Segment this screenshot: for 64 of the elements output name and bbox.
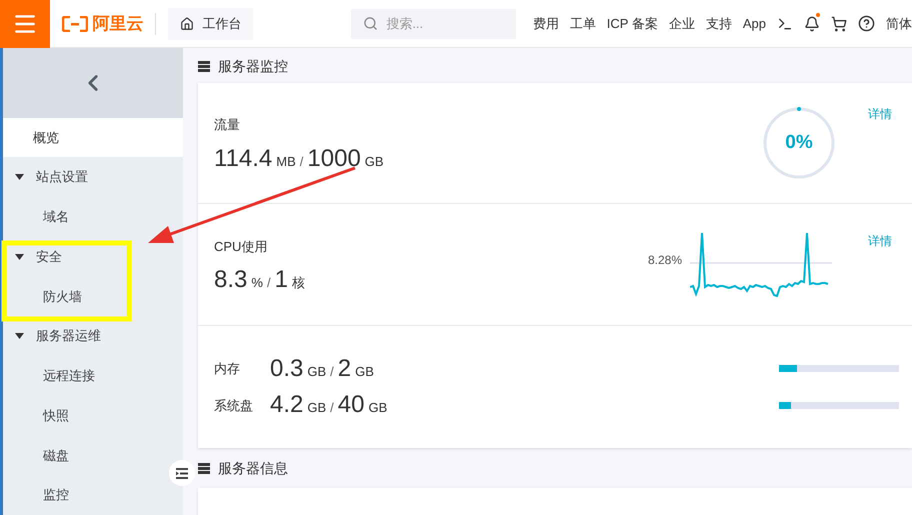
sidebar-item[interactable]: 概览: [3, 118, 183, 158]
home-icon: [180, 16, 194, 30]
nav-link[interactable]: 工单: [570, 14, 596, 34]
nav-link[interactable]: ICP 备案: [606, 14, 658, 34]
unit-text: GB: [355, 362, 374, 380]
usage-gauge: 0%: [762, 106, 836, 180]
sidebar-subitem[interactable]: 磁盘: [3, 436, 183, 476]
sidebar-subitem[interactable]: 快照: [3, 396, 183, 436]
nav-link[interactable]: App: [742, 14, 766, 34]
unit-text: 核: [292, 274, 305, 292]
value-text: 0.3: [270, 356, 304, 380]
unit-text: GB: [307, 362, 326, 380]
caret-icon: [15, 254, 24, 260]
separator-text: /: [266, 274, 271, 292]
metric-label: 流量: [214, 116, 241, 134]
help-icon[interactable]: [858, 15, 875, 32]
cart-icon[interactable]: [831, 16, 847, 32]
server-list-icon: [198, 462, 210, 474]
separator-text: /: [330, 362, 334, 380]
metric-label: 系统盘: [214, 396, 254, 414]
list-collapse-icon: [176, 468, 188, 478]
metric-label: 内存: [214, 360, 241, 378]
value-text: 114.4: [214, 146, 272, 170]
section-title: 服务器监控: [218, 57, 288, 76]
separator-text: /: [300, 152, 304, 170]
language-link[interactable]: 简体: [886, 14, 912, 34]
value-text: 4.2: [270, 393, 304, 417]
logo-text: 阿里云: [92, 12, 144, 35]
metric-label: CPU使用: [214, 238, 268, 256]
sidebar-subitem[interactable]: 远程连接: [3, 356, 183, 396]
unit-text: GB: [364, 152, 384, 170]
search-icon: [363, 16, 378, 30]
workbench-button[interactable]: 工作台: [168, 8, 254, 40]
logo-icon: [62, 16, 88, 32]
sidebar-toggle-button[interactable]: [169, 460, 195, 486]
search-field[interactable]: 搜索...: [351, 8, 516, 38]
server-list-icon: [198, 61, 210, 72]
separator-text: /: [330, 399, 334, 417]
value-text: 1000: [307, 146, 361, 170]
value-text: 8.3: [214, 268, 248, 292]
section-title: 服务器信息: [218, 458, 288, 478]
gauge-start-dot: [797, 107, 801, 111]
terminal-icon[interactable]: [777, 16, 793, 32]
menu-button[interactable]: [0, 0, 50, 48]
caret-icon: [15, 333, 24, 340]
value-text: 2: [338, 356, 352, 380]
sidebar-subitem[interactable]: 防火墙: [3, 276, 183, 316]
notification-bell[interactable]: [804, 16, 820, 32]
caret-icon: [15, 174, 24, 180]
unit-text: MB: [276, 152, 296, 170]
nav-link[interactable]: 支持: [706, 14, 732, 34]
sidebar-item[interactable]: 服务器运维: [3, 316, 183, 356]
nav-link[interactable]: 企业: [668, 14, 695, 34]
sidebar-subitem[interactable]: 域名: [3, 197, 183, 237]
value-text: 40: [338, 393, 364, 417]
unit-text: GB: [368, 399, 388, 417]
unit-text: %: [251, 274, 263, 292]
nav-link[interactable]: 费用: [532, 14, 559, 34]
value-text: 1: [274, 268, 288, 292]
sidebar-subitem[interactable]: 监控: [3, 475, 183, 515]
sidebar-item[interactable]: 站点设置: [3, 157, 183, 198]
chart-reading: 8.28%: [648, 252, 682, 268]
unit-text: GB: [307, 399, 326, 417]
sidebar-item[interactable]: 安全: [3, 236, 183, 277]
